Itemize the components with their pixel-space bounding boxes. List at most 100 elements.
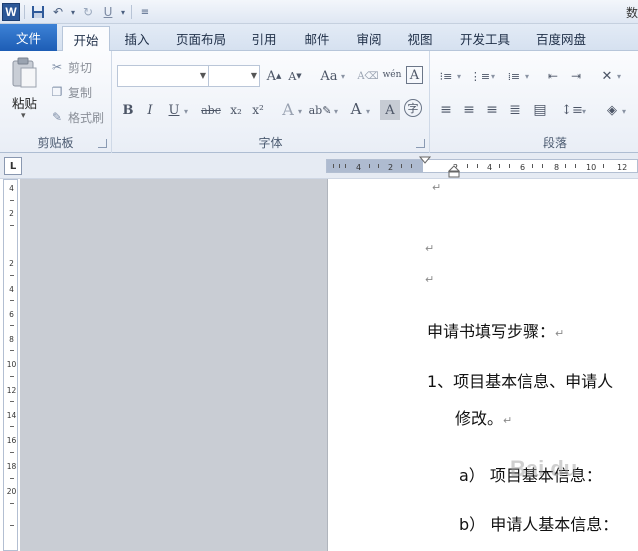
grow-font-icon[interactable]: A ▲ bbox=[264, 66, 284, 86]
shading-dropdown-icon[interactable]: ▾ bbox=[622, 107, 626, 116]
tab-insert[interactable]: 插入 bbox=[114, 26, 160, 51]
phonetic-guide-icon[interactable]: wén bbox=[382, 65, 402, 85]
highlight-dropdown-icon[interactable]: ▾ bbox=[334, 107, 338, 116]
copy-button[interactable]: ❐ 复制 bbox=[50, 82, 92, 102]
underline-dropdown-icon[interactable]: ▾ bbox=[119, 3, 127, 21]
justify-icon[interactable]: ≣ bbox=[505, 100, 525, 120]
format-painter-button[interactable]: ✎ 格式刷 bbox=[50, 107, 104, 127]
clipboard-launcher-icon[interactable] bbox=[98, 139, 107, 148]
ruler-bar: L 4 2 2 4 6 8 10 12 bbox=[0, 153, 638, 179]
line-spacing-icon[interactable]: ↕≡ bbox=[561, 100, 583, 120]
shading-icon[interactable]: ◈ bbox=[602, 100, 622, 120]
enclose-character-icon[interactable]: 字 bbox=[404, 99, 422, 117]
word-logo-icon[interactable]: W bbox=[2, 3, 20, 21]
italic-button[interactable]: I bbox=[140, 100, 160, 120]
line-spacing-dropdown-icon[interactable]: ▾ bbox=[582, 107, 586, 116]
font-color-dropdown-icon[interactable]: ▾ bbox=[366, 107, 370, 116]
superscript-button[interactable]: x² bbox=[248, 100, 268, 120]
paragraph-group: ⁝≡ ▾ ⋮≡ ▾ ⁞≡ ▾ ⇤ ⇥ ✕ ▾ ≡ ≡ ≡ ≣ ▤ ↕≡ ▾ ◈ … bbox=[430, 51, 638, 153]
ruler-mark bbox=[10, 300, 14, 301]
ruler-mark bbox=[10, 525, 14, 526]
cut-button[interactable]: ✂ 剪切 bbox=[50, 57, 92, 77]
paragraph-group-label: 段落 bbox=[542, 136, 567, 150]
tab-file[interactable]: 文件 bbox=[0, 24, 57, 51]
redo-icon[interactable]: ↻ bbox=[79, 3, 97, 21]
ruler-tick: 10 bbox=[586, 163, 597, 172]
numbering-dropdown-icon[interactable]: ▾ bbox=[491, 72, 495, 81]
undo-dropdown-icon[interactable]: ▾ bbox=[69, 3, 77, 21]
cut-label: 剪切 bbox=[68, 60, 93, 75]
document-line[interactable]: 修改。↵ bbox=[455, 405, 512, 429]
clear-formatting-icon[interactable]: A⌫ bbox=[357, 66, 378, 86]
multilevel-list-dropdown-icon[interactable]: ▾ bbox=[525, 72, 529, 81]
tab-view[interactable]: 视图 bbox=[397, 26, 443, 51]
numbering-icon[interactable]: ⋮≡ bbox=[470, 66, 490, 86]
align-center-icon[interactable]: ≡ bbox=[459, 100, 479, 120]
change-case-icon[interactable]: Aa bbox=[317, 66, 341, 86]
divider bbox=[24, 5, 25, 19]
highlight-icon[interactable]: ab✎ bbox=[309, 100, 332, 120]
decrease-indent-icon[interactable]: ⇤ bbox=[543, 66, 563, 86]
align-right-icon[interactable]: ≡ bbox=[482, 100, 502, 120]
tab-page-layout[interactable]: 页面布局 bbox=[168, 26, 234, 51]
hanging-indent-marker[interactable] bbox=[448, 165, 460, 179]
font-size-combo[interactable]: ▼ bbox=[208, 65, 260, 87]
quick-access-toolbar: W ↶ ▾ ↻ U ▾ ≡ bbox=[2, 2, 154, 22]
strikethrough-button[interactable]: abc bbox=[198, 100, 224, 120]
font-launcher-icon[interactable] bbox=[416, 139, 425, 148]
document-line[interactable]: b） 申请人基本信息： bbox=[459, 511, 618, 535]
shrink-font-icon[interactable]: A ▼ bbox=[285, 66, 305, 86]
bullets-icon[interactable]: ⁝≡ bbox=[436, 66, 456, 86]
tab-mailings[interactable]: 邮件 bbox=[294, 26, 340, 51]
undo-icon[interactable]: ↶ bbox=[49, 3, 67, 21]
multilevel-list-icon[interactable]: ⁞≡ bbox=[504, 66, 524, 86]
paste-icon[interactable] bbox=[10, 57, 38, 89]
ruler-mark bbox=[477, 164, 478, 168]
align-left-icon[interactable]: ≡ bbox=[436, 100, 456, 120]
tab-developer[interactable]: 开发工具 bbox=[452, 26, 518, 51]
underline-dropdown-icon[interactable]: ▾ bbox=[184, 107, 188, 116]
tab-references[interactable]: 引用 bbox=[241, 26, 287, 51]
character-shading-icon[interactable]: A bbox=[380, 100, 400, 120]
paste-button[interactable]: 粘贴 bbox=[12, 93, 37, 112]
subscript-button[interactable]: x₂ bbox=[226, 100, 246, 120]
ruler-mark bbox=[509, 164, 510, 168]
font-name-combo[interactable]: ▼ bbox=[117, 65, 209, 87]
underline-quick-icon[interactable]: U bbox=[99, 3, 117, 21]
document-line[interactable]: 申请书填写步骤：↵ bbox=[427, 318, 564, 342]
text-effects-dropdown-icon[interactable]: ▾ bbox=[298, 107, 302, 116]
tab-baidu-netdisk[interactable]: 百度网盘 bbox=[528, 26, 594, 51]
chinese-layout-dropdown-icon[interactable]: ▾ bbox=[617, 72, 621, 81]
save-icon[interactable] bbox=[29, 3, 47, 21]
customize-toolbar-icon[interactable]: ≡ bbox=[136, 3, 154, 21]
tab-home[interactable]: 开始 bbox=[62, 26, 110, 52]
document-line[interactable]: 1、项目基本信息、申请人 bbox=[427, 368, 613, 392]
text-effects-icon[interactable]: A bbox=[278, 99, 298, 119]
line-text: b） 申请人基本信息： bbox=[459, 515, 619, 534]
underline-button[interactable]: U bbox=[164, 100, 184, 120]
ruler-mark bbox=[10, 376, 14, 377]
copy-icon: ❐ bbox=[51, 85, 63, 99]
format-painter-label: 格式刷 bbox=[68, 110, 105, 125]
tab-review[interactable]: 审阅 bbox=[346, 26, 392, 51]
tab-selector-button[interactable]: L bbox=[4, 157, 22, 175]
bullets-dropdown-icon[interactable]: ▾ bbox=[457, 72, 461, 81]
change-case-dropdown-icon[interactable]: ▾ bbox=[341, 72, 345, 81]
horizontal-ruler[interactable]: 4 2 2 4 6 8 10 12 bbox=[326, 159, 638, 173]
ruler-tick: 4 bbox=[356, 163, 362, 172]
first-line-indent-marker[interactable] bbox=[419, 156, 431, 178]
chevron-down-icon: ▼ bbox=[199, 71, 206, 80]
increase-indent-icon[interactable]: ⇥ bbox=[566, 66, 586, 86]
divider bbox=[131, 5, 132, 19]
title-bar: W ↶ ▾ ↻ U ▾ ≡ 数 bbox=[0, 0, 638, 24]
font-color-icon[interactable]: A bbox=[346, 99, 366, 119]
ruler-tick: 14 bbox=[6, 411, 17, 420]
document-page[interactable] bbox=[327, 179, 638, 551]
chinese-layout-icon[interactable]: ✕ bbox=[597, 66, 617, 86]
paste-dropdown-icon[interactable]: ▾ bbox=[21, 111, 26, 121]
ruler-mark bbox=[532, 164, 533, 168]
character-border-icon[interactable]: A bbox=[406, 66, 423, 84]
distributed-icon[interactable]: ▤ bbox=[530, 100, 550, 120]
bold-button[interactable]: B bbox=[118, 100, 138, 120]
vertical-ruler[interactable]: 4 2 2 4 6 8 10 12 14 16 18 20 bbox=[3, 179, 18, 551]
